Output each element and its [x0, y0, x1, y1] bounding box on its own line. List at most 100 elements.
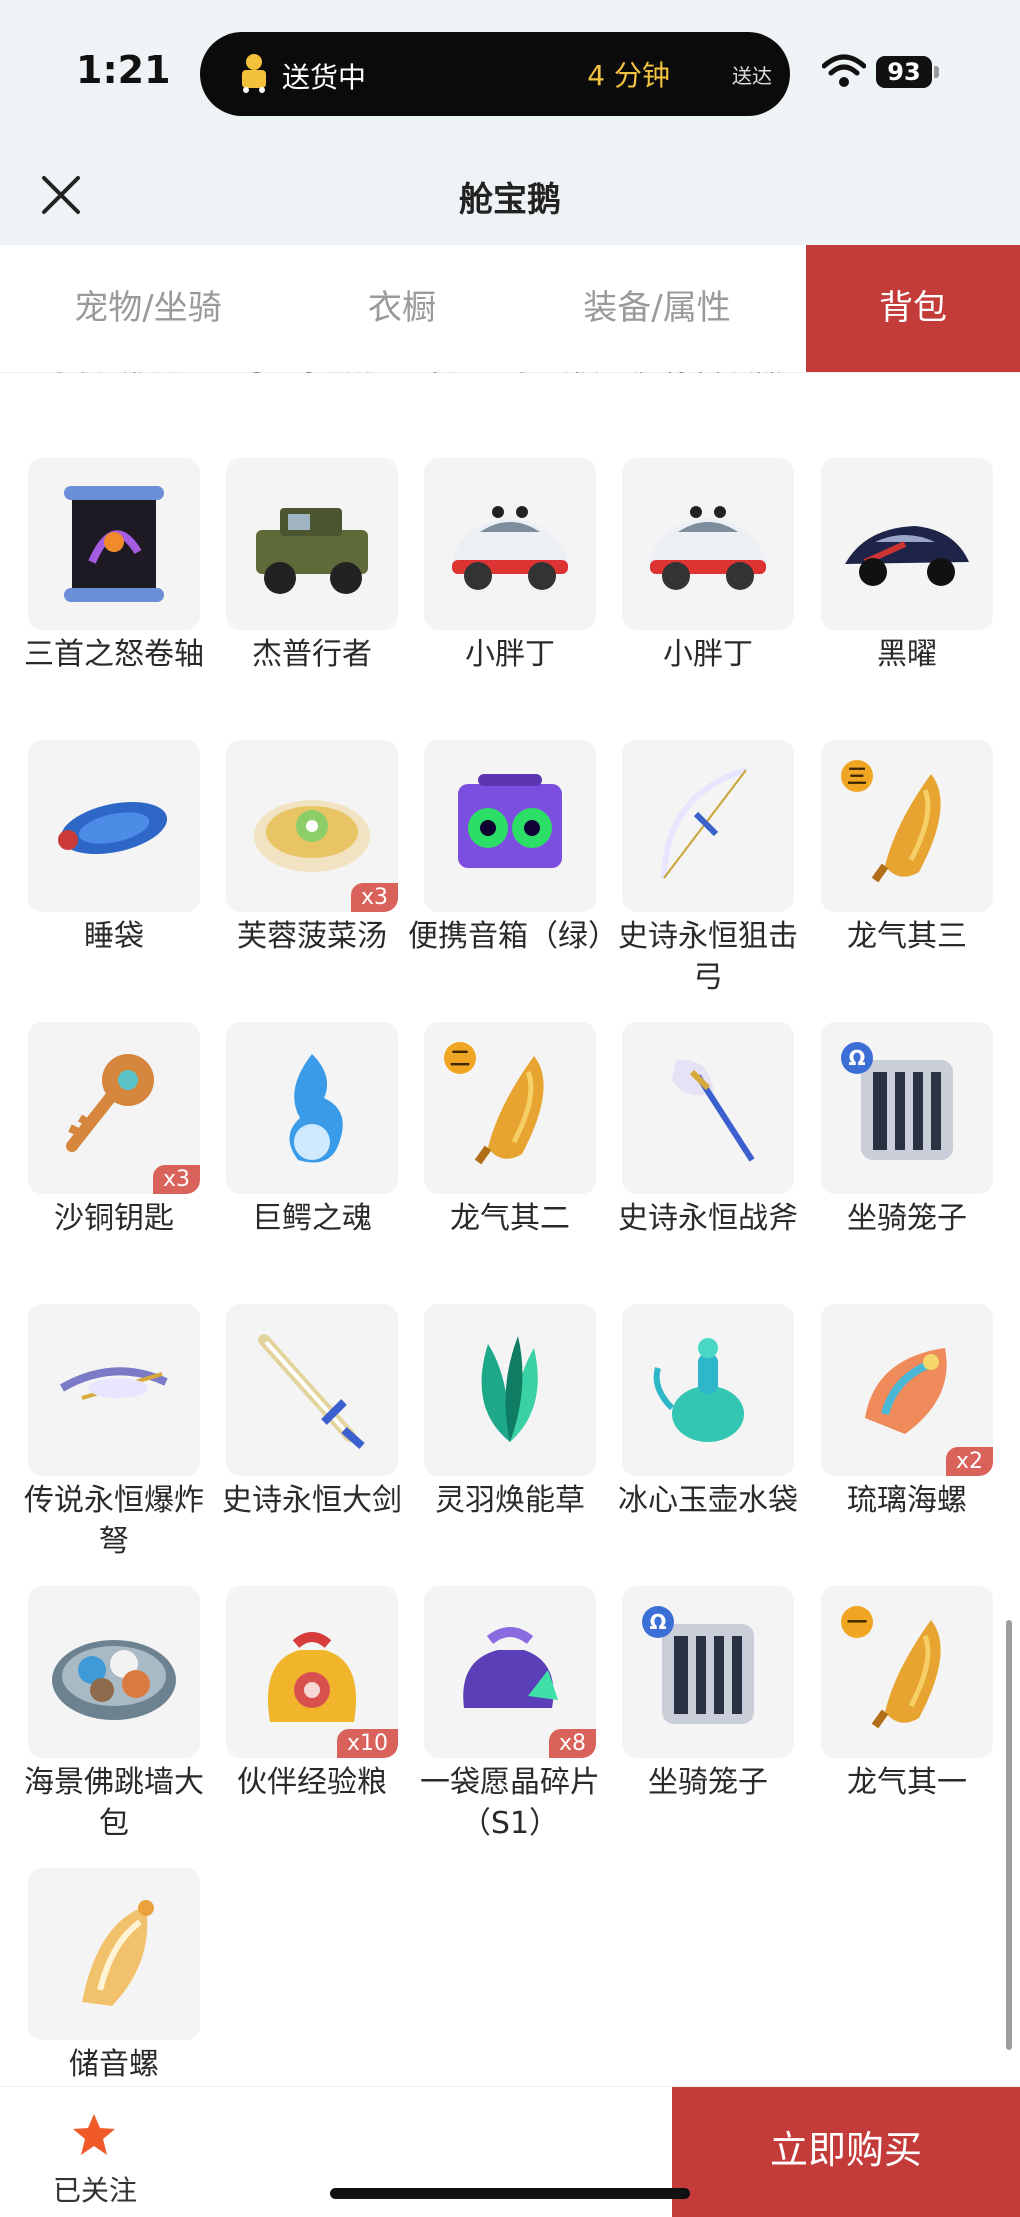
item-name: 史诗永恒狙击弓 — [618, 919, 798, 995]
green-leaf-icon — [481, 1336, 538, 1442]
item-thumbnail[interactable] — [226, 458, 398, 630]
battery-tip — [934, 66, 939, 78]
item-thumbnail[interactable]: 三 — [821, 740, 993, 912]
item-thumbnail[interactable] — [622, 1304, 794, 1476]
crossbow-icon — [60, 1367, 168, 1400]
item-thumbnail[interactable] — [622, 740, 794, 912]
axe-icon — [672, 1059, 755, 1162]
jeep-icon — [256, 508, 368, 594]
item-thumbnail[interactable]: x2 — [821, 1304, 993, 1476]
crystal-bag-icon — [463, 1627, 558, 1708]
item-thumbnail[interactable]: x8 — [424, 1586, 596, 1758]
item-thumbnail[interactable]: 二 — [424, 1022, 596, 1194]
item-name: 龙气其三 — [847, 919, 967, 954]
item-thumbnail[interactable] — [226, 1022, 398, 1194]
item-thumbnail[interactable]: x3 — [226, 740, 398, 912]
tab-equipment[interactable]: 装备/属性 — [508, 245, 806, 372]
rank-badge: 一 — [841, 1606, 873, 1638]
item-name: 黑曜 — [877, 637, 937, 672]
item-thumbnail[interactable] — [28, 458, 200, 630]
page-title: 舱宝鹅 — [459, 180, 561, 220]
item-thumbnail[interactable] — [226, 1304, 398, 1476]
key-icon — [66, 1054, 154, 1152]
item-thumbnail[interactable]: Ω — [622, 1586, 794, 1758]
item-thumbnail[interactable] — [622, 458, 794, 630]
item-thumbnail[interactable] — [28, 1304, 200, 1476]
item-name: 伙伴经验粮 — [237, 1765, 387, 1800]
item-thumbnail[interactable] — [424, 1304, 596, 1476]
star-icon — [73, 2114, 115, 2155]
quantity-badge: x3 — [152, 1165, 200, 1194]
rank-badge: 三 — [841, 760, 873, 792]
item-name: 睡袋 — [805, 372, 1009, 381]
item-name: 坐骑笼子 — [648, 1765, 768, 1800]
item-name: 海景佛跳墙大包 — [24, 1765, 204, 1841]
item-thumbnail[interactable]: 一 — [821, 1586, 993, 1758]
rank-badge: Ω — [642, 1606, 674, 1638]
item-thumbnail[interactable] — [28, 1586, 200, 1758]
category-tabs: 宠物/坐骑 衣橱 装备/属性 背包 — [0, 245, 1020, 373]
item-name: 一袋愿晶碎片（S1） — [420, 1765, 600, 1841]
item-thumbnail[interactable] — [28, 740, 200, 912]
item-name: 可爱小奶瓶 — [210, 372, 414, 381]
quantity-badge: x8 — [548, 1729, 596, 1758]
status-bar: 1:21 送货中 4 分钟 送达 93 — [0, 0, 1020, 150]
item-thumbnail[interactable] — [622, 1022, 794, 1194]
item-name: 史诗永恒大剑 — [222, 1483, 402, 1518]
item-name: 传说永恒爆炸弩 — [24, 1483, 204, 1559]
item-name: 冰心玉壶水袋 — [618, 1483, 798, 1518]
tab-wardrobe[interactable]: 衣橱 — [296, 245, 508, 372]
quantity-badge: x10 — [336, 1729, 398, 1758]
item-thumbnail[interactable]: x10 — [226, 1586, 398, 1758]
nav-header: 舱宝鹅 — [0, 150, 1020, 245]
item-name: 海市蜃楼汤 — [11, 372, 215, 381]
status-time: 1:21 — [76, 48, 171, 92]
food-bag-icon — [268, 1632, 356, 1722]
eta-label: 送达 — [732, 64, 772, 88]
follow-label: 已关注 — [52, 2174, 137, 2207]
sleeping-bag-icon — [58, 801, 168, 855]
item-name: 杰普行者 — [252, 637, 372, 672]
beetle-car-icon — [650, 506, 766, 590]
item-thumbnail[interactable] — [424, 458, 596, 630]
conch-icon — [865, 1348, 947, 1434]
tab-backpack[interactable]: 背包 — [806, 245, 1020, 372]
item-name: 储音螺 — [69, 2047, 159, 2082]
buy-now-button[interactable]: 立即购买 — [672, 2087, 1020, 2217]
item-name: 三首之怒卷轴 — [24, 637, 204, 672]
item-name: 未知星系法杖 — [408, 372, 612, 381]
item-name: 小胖丁 — [465, 637, 555, 672]
rank-badge: 二 — [444, 1042, 476, 1074]
item-name: 魔像召唤器 — [607, 372, 811, 381]
battery-indicator: 93 — [876, 56, 932, 88]
item-thumbnail[interactable] — [28, 1868, 200, 2040]
soup-bowl-icon — [254, 800, 370, 872]
item-name: 巨鳄之魂 — [252, 1201, 372, 1236]
quantity-badge: x3 — [350, 883, 398, 912]
scrollbar[interactable] — [1006, 1620, 1012, 2050]
backpack-grid-scroll[interactable]: 海市蜃楼汤 可爱小奶瓶 未知星系法杖 魔像召唤器 睡袋 三首之怒卷轴 杰普行者 小胖… — [0, 372, 1020, 2086]
item-name: 便携音箱（绿） — [408, 919, 618, 954]
speaker-icon — [458, 774, 562, 868]
rank-badge: Ω — [841, 1042, 873, 1074]
bun-plate-icon — [52, 1640, 176, 1720]
bow-icon — [661, 767, 747, 879]
item-name: 芙蓉菠菜汤 — [237, 919, 387, 954]
blue-flame-icon — [289, 1054, 343, 1163]
delivery-courier-icon — [242, 54, 266, 93]
sports-car-icon — [845, 526, 969, 586]
item-thumbnail[interactable] — [821, 458, 993, 630]
jade-kettle-icon — [653, 1338, 744, 1442]
item-name: 龙气其一 — [847, 1765, 967, 1800]
eta-minutes: 4 分钟 — [587, 59, 670, 92]
quantity-badge: x2 — [945, 1447, 993, 1476]
follow-button[interactable]: 已关注 — [40, 2105, 150, 2207]
scroll-icon — [64, 486, 164, 602]
live-activity-delivery[interactable]: 送货中 4 分钟 送达 — [200, 32, 790, 116]
item-thumbnail[interactable]: Ω — [821, 1022, 993, 1194]
item-thumbnail[interactable] — [424, 740, 596, 912]
home-indicator — [330, 2188, 690, 2199]
item-name: 睡袋 — [84, 919, 144, 954]
tab-pets-mounts[interactable]: 宠物/坐骑 — [0, 245, 296, 372]
item-thumbnail[interactable]: x3 — [28, 1022, 200, 1194]
